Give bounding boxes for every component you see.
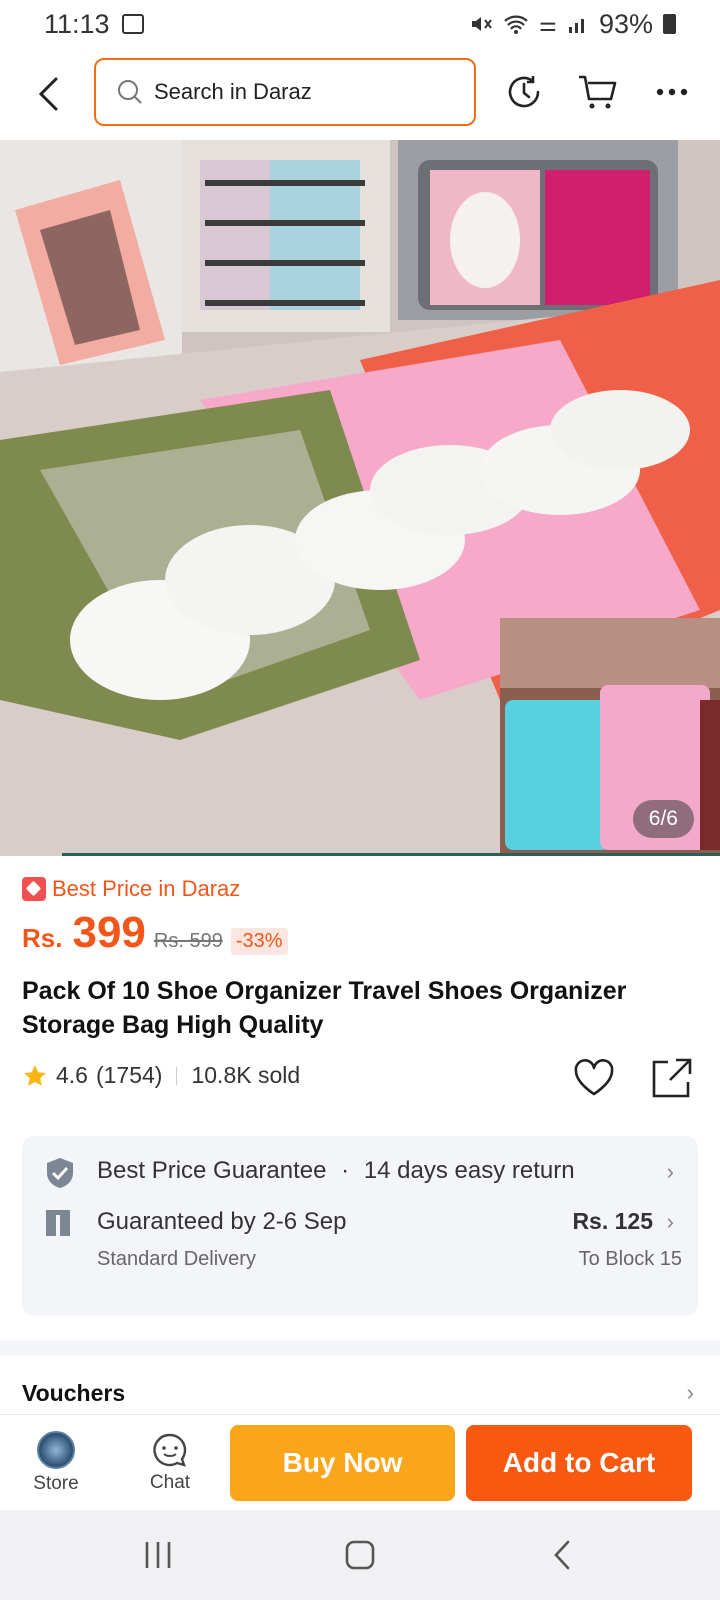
delivery-fee: Rs. 125 xyxy=(572,1208,653,1234)
product-photo xyxy=(0,140,720,856)
search-placeholder: Search in Daraz xyxy=(154,79,312,104)
cart-button[interactable] xyxy=(568,62,628,122)
home-icon xyxy=(345,1540,375,1570)
history-icon xyxy=(508,76,540,108)
star-icon xyxy=(24,1064,46,1086)
status-bar: 11:13 ⚌ 93% xyxy=(0,0,720,48)
battery-icon xyxy=(663,14,676,34)
cart-icon xyxy=(579,75,617,109)
system-back-button[interactable] xyxy=(532,1530,592,1580)
heart-icon xyxy=(574,1059,614,1096)
price-amount: 399 xyxy=(72,908,146,957)
bottom-action-bar: Store Chat Buy Now Add to Cart xyxy=(0,1414,720,1510)
back-arrow-icon xyxy=(554,1540,570,1570)
wishlist-button[interactable] xyxy=(572,1056,620,1104)
gallery-indicator xyxy=(62,853,720,856)
price-tag-icon xyxy=(22,877,46,901)
chat-label: Chat xyxy=(149,1472,191,1493)
divider xyxy=(176,1066,178,1085)
best-price-label: Best Price in Daraz xyxy=(52,876,241,901)
chevron-right-icon[interactable]: › xyxy=(687,1380,694,1406)
chevron-left-icon xyxy=(38,77,58,111)
guarantee-text: Best Price Guarantee · 14 days easy retu… xyxy=(97,1157,575,1185)
price-row: Rs. 399 Rs. 599 -33% xyxy=(22,908,288,958)
best-price-badge: Best Price in Daraz xyxy=(22,876,240,902)
package-icon xyxy=(46,1210,70,1236)
add-to-cart-button[interactable]: Add to Cart xyxy=(466,1425,692,1501)
original-price: Rs. 599 xyxy=(153,930,223,952)
battery-percent: 93% xyxy=(598,8,653,39)
vouchers-label[interactable]: Vouchers xyxy=(22,1380,125,1407)
more-options-button[interactable] xyxy=(642,62,702,122)
store-label: Store xyxy=(33,1473,79,1494)
dot-separator: · xyxy=(341,1157,350,1184)
shield-check-icon xyxy=(47,1158,73,1188)
delivery-destination: To Block 15 xyxy=(578,1248,682,1270)
service-info-card: Best Price Guarantee · 14 days easy retu… xyxy=(22,1136,698,1316)
system-nav-bar xyxy=(0,1510,720,1600)
delivery-title: Guaranteed by 2-6 Sep xyxy=(97,1208,347,1235)
chevron-right-icon: › xyxy=(666,1159,674,1184)
best-price-guarantee: Best Price Guarantee xyxy=(97,1157,327,1184)
volte-icon: ⚌ xyxy=(539,13,557,36)
recent-apps-button[interactable] xyxy=(128,1530,188,1580)
history-button[interactable] xyxy=(494,62,554,122)
rating-count: (1754) xyxy=(95,1062,163,1088)
section-divider xyxy=(0,1340,720,1356)
search-input[interactable]: Search in Daraz xyxy=(94,58,476,126)
buy-now-button[interactable]: Buy Now xyxy=(230,1425,455,1501)
rating-value: 4.6 xyxy=(56,1062,88,1088)
back-button[interactable] xyxy=(18,64,78,124)
product-title: Pack Of 10 Shoe Organizer Travel Shoes O… xyxy=(22,977,627,1039)
wifi-icon xyxy=(504,15,528,34)
recent-apps-icon xyxy=(145,1542,171,1568)
share-icon xyxy=(652,1058,692,1098)
product-image-gallery[interactable]: 6/6 xyxy=(0,140,720,856)
home-button[interactable] xyxy=(330,1530,390,1580)
share-button[interactable] xyxy=(650,1056,698,1104)
status-right: ⚌ 93% xyxy=(469,9,676,40)
chat-button[interactable]: Chat xyxy=(130,1415,210,1511)
sold-count: 10.8K sold xyxy=(191,1062,301,1088)
chat-icon xyxy=(153,1433,187,1467)
gallery-counter: 6/6 xyxy=(632,800,694,838)
status-time: 11:13 xyxy=(44,8,110,39)
discount-badge: -33% xyxy=(230,928,288,955)
mute-icon xyxy=(472,17,492,31)
store-logo-icon xyxy=(37,1431,75,1469)
gallery-notification-icon xyxy=(121,14,144,34)
easy-return: 14 days easy return xyxy=(363,1157,575,1184)
rating-row[interactable]: 4.6 (1754) 10.8K sold xyxy=(22,1062,300,1089)
signal-icon xyxy=(568,19,584,33)
chevron-right-icon: › xyxy=(666,1209,674,1234)
search-icon xyxy=(118,80,142,104)
top-nav: Search in Daraz xyxy=(0,48,720,140)
price-currency: Rs. xyxy=(22,923,63,953)
more-dots-icon xyxy=(656,88,688,96)
delivery-type: Standard Delivery xyxy=(97,1248,256,1270)
store-button[interactable]: Store xyxy=(16,1415,96,1511)
